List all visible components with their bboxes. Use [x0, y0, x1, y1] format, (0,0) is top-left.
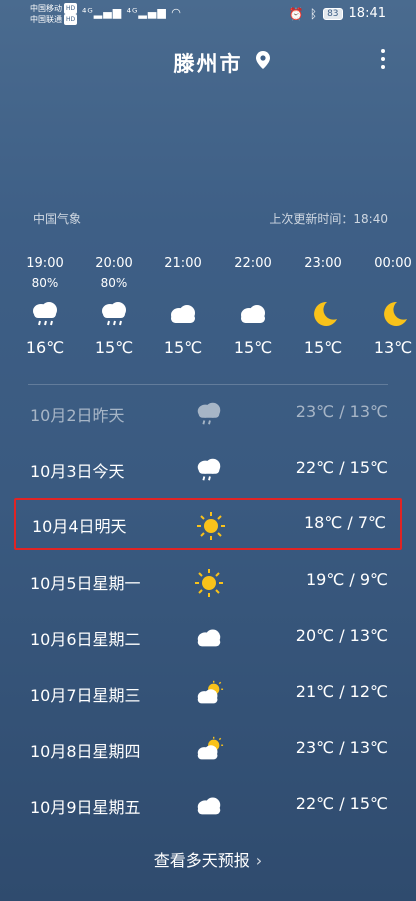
carrier-info: 中国移动 HD 中国联通 HD — [30, 3, 78, 25]
day-date: 10月4日明天 — [32, 517, 127, 536]
city-title[interactable]: 滕州市 — [0, 48, 416, 78]
city-name: 滕州市 — [173, 52, 243, 76]
day-date: 10月8日星期四 — [30, 742, 141, 761]
precip-chance — [358, 276, 416, 290]
hour-time: 00:00 — [374, 256, 412, 271]
precip-chance — [288, 276, 358, 290]
location-pin-icon[interactable] — [256, 51, 270, 69]
hourly-item: 19:00 80% 16℃ — [10, 256, 80, 357]
precip-chance: 80% — [100, 276, 128, 290]
alarm-icon: ⏰ — [288, 6, 304, 21]
daily-row[interactable]: 10月3日今天 22℃ / 15℃ — [14, 442, 402, 498]
day-date: 10月3日今天 — [30, 462, 125, 481]
day-temp-range: 22℃ / 15℃ — [295, 794, 388, 813]
status-bar: 中国移动 HD 中国联通 HD ⁴ᴳ▂▄▆ ⁴ᴳ▂▄▆ ◠ ⏰ ᛒ 83 18:41 — [0, 0, 416, 30]
day-date: 10月6日星期二 — [30, 630, 141, 649]
precip-chance — [148, 276, 218, 290]
day-temp-range: 23℃ / 13℃ — [295, 402, 388, 421]
battery-icon: 83 — [323, 7, 343, 20]
hourly-item: 00:00 13℃ — [358, 256, 416, 357]
daily-row[interactable]: 10月7日星期三 21℃ / 12℃ — [14, 666, 402, 722]
chevron-right-icon: › — [255, 851, 263, 870]
daily-row[interactable]: 10月6日星期二 20℃ / 13℃ — [14, 610, 402, 666]
data-source: 中国气象 — [33, 212, 82, 226]
hour-temp: 15℃ — [303, 338, 343, 357]
cloud-icon — [194, 792, 224, 818]
more-forecast-label: 查看多天预报 — [153, 851, 250, 870]
precip-chance — [218, 276, 288, 290]
signal-icon: ⁴ᴳ▂▄▆ ⁴ᴳ▂▄▆ ◠ — [82, 6, 182, 19]
hd-badge: HD — [64, 14, 78, 25]
daily-row[interactable]: 10月9日星期五 22℃ / 15℃ — [14, 778, 402, 834]
hour-time: 19:00 — [26, 256, 64, 271]
carrier-2: 中国联通 — [30, 15, 62, 24]
header: 滕州市 — [0, 44, 416, 78]
hour-temp: 15℃ — [163, 338, 203, 357]
hour-time: 21:00 — [164, 256, 202, 271]
hour-temp: 15℃ — [94, 338, 134, 357]
sun-icon — [196, 511, 226, 540]
cloud-icon — [194, 624, 224, 650]
sun-icon — [194, 568, 224, 597]
daily-row-highlighted[interactable]: 10月4日明天 18℃ / 7℃ — [14, 498, 402, 550]
cloud-icon — [237, 300, 269, 326]
more-menu-icon[interactable] — [380, 49, 386, 71]
hour-time: 20:00 — [95, 256, 133, 271]
divider — [28, 384, 388, 385]
daily-row[interactable]: 10月8日星期四 23℃ / 13℃ — [14, 722, 402, 778]
partly-cloudy-icon — [194, 736, 224, 762]
hourly-forecast[interactable]: 19:00 80% 16℃ 20:00 80% 15℃ 21:00 15℃ 22… — [10, 256, 416, 376]
precip-chance: 80% — [31, 276, 59, 290]
day-date: 10月7日星期三 — [30, 686, 141, 705]
hour-temp: 15℃ — [233, 338, 273, 357]
status-right: ⏰ ᛒ 83 18:41 — [289, 6, 386, 21]
partly-cloudy-icon — [194, 680, 224, 706]
hour-time: 23:00 — [304, 256, 342, 271]
rain-cloud-icon — [29, 300, 61, 326]
hourly-item: 21:00 15℃ — [148, 256, 218, 357]
status-time: 18:41 — [348, 6, 386, 21]
hd-badge: HD — [64, 3, 78, 14]
daily-row[interactable]: 10月5日星期一 19℃ / 9℃ — [14, 554, 402, 610]
day-temp-range: 18℃ / 7℃ — [303, 513, 386, 532]
update-time: 上次更新时间：18:40 — [269, 212, 388, 226]
day-temp-range: 21℃ / 12℃ — [295, 682, 388, 701]
rain-cloud-icon — [194, 400, 224, 426]
hour-time: 22:00 — [234, 256, 272, 271]
rain-cloud-icon — [194, 456, 224, 482]
hourly-item: 22:00 15℃ — [218, 256, 288, 357]
cloud-icon — [167, 300, 199, 326]
day-date: 10月9日星期五 — [30, 798, 141, 817]
rain-cloud-icon — [98, 300, 130, 326]
daily-row[interactable]: 10月2日昨天 23℃ / 13℃ — [14, 386, 402, 442]
day-temp-range: 22℃ / 15℃ — [295, 458, 388, 477]
hourly-item: 23:00 15℃ — [288, 256, 358, 357]
hourly-item: 20:00 80% 15℃ — [79, 256, 149, 357]
day-temp-range: 20℃ / 13℃ — [295, 626, 388, 645]
carrier-1: 中国移动 — [30, 4, 62, 13]
moon-icon — [377, 300, 409, 326]
hour-temp: 13℃ — [373, 338, 413, 357]
day-temp-range: 23℃ / 13℃ — [295, 738, 388, 757]
more-forecast-button[interactable]: 查看多天预报 › — [0, 847, 416, 871]
bluetooth-icon: ᛒ — [309, 6, 318, 21]
moon-icon — [307, 300, 339, 326]
day-date: 10月2日昨天 — [30, 406, 125, 425]
hour-temp: 16℃ — [25, 338, 65, 357]
day-date: 10月5日星期一 — [30, 574, 141, 593]
day-temp-range: 19℃ / 9℃ — [305, 570, 388, 589]
